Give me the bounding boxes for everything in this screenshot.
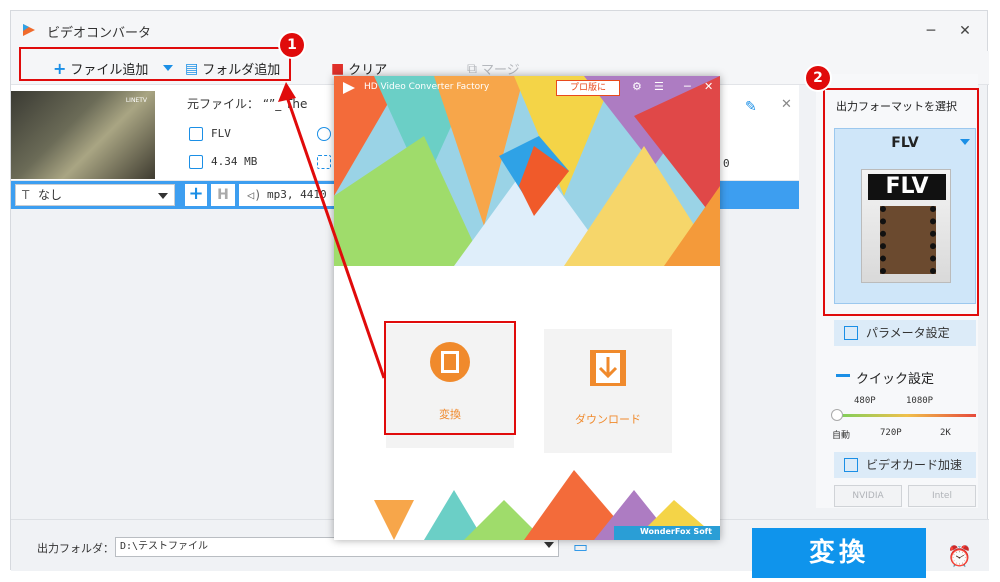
alarm-clock-icon[interactable]: ⏰ — [947, 544, 972, 568]
launcher-close-icon[interactable]: ✕ — [704, 80, 713, 93]
chip-icon — [844, 458, 858, 472]
annotation-box-convert — [384, 321, 516, 435]
intel-button[interactable]: Intel — [908, 485, 976, 507]
source-format: FLV — [211, 127, 231, 140]
subtitle-select[interactable]: T なし — [15, 184, 175, 206]
convert-button[interactable]: 変換 — [752, 528, 926, 578]
parameter-settings-label: パラメータ設定 — [866, 326, 950, 340]
wonderfox-brand: WonderFox Soft — [640, 527, 712, 536]
launcher-logo-icon — [343, 82, 355, 94]
parameter-settings-button[interactable]: パラメータ設定 — [834, 320, 976, 346]
quick-settings-icon — [836, 374, 850, 377]
remove-item-icon[interactable]: ✕ — [781, 97, 792, 112]
upgrade-pro-button[interactable]: プロ版に — [556, 80, 620, 96]
tick-480p: 480P — [854, 396, 876, 406]
output-folder-label: 出力フォルダ： — [37, 542, 114, 555]
nvidia-button[interactable]: NVIDIA — [834, 485, 902, 507]
app-logo-icon — [23, 24, 35, 36]
launcher-title-bar: HD Video Converter Factory プロ版に ⚙ ☰ ─ ✕ — [334, 76, 720, 100]
thumbnail-watermark: LINETV — [125, 97, 147, 104]
clock-icon — [317, 127, 331, 141]
format-icon — [189, 127, 203, 141]
quality-slider[interactable] — [838, 414, 976, 417]
download-arrow-icon — [590, 350, 626, 386]
download-tile[interactable]: ダウンロード — [544, 329, 672, 453]
step-badge-1: 1 — [280, 33, 304, 57]
chevron-down-icon — [158, 193, 168, 199]
audio-track-value: mp3, 4410 — [267, 188, 327, 201]
speaker-icon: ◁) — [247, 188, 262, 202]
gpu-acceleration-button[interactable]: ビデオカード加速 — [834, 452, 976, 478]
window-title: ビデオコンバータ — [47, 26, 152, 41]
close-button[interactable]: ✕ — [955, 21, 975, 41]
download-tile-label: ダウンロード — [575, 413, 641, 426]
video-thumbnail[interactable]: LINETV — [11, 91, 155, 179]
edit-pen-icon[interactable]: ✎ — [745, 99, 757, 115]
subtitle-hardsub-button[interactable]: H — [211, 184, 235, 206]
merge-icon: ⧉ — [467, 60, 477, 77]
source-size: 4.34 MB — [211, 155, 258, 168]
quality-slider-handle[interactable] — [831, 409, 843, 421]
tick-720p: 720P — [880, 428, 902, 438]
launcher-minimize-icon[interactable]: ─ — [684, 80, 691, 93]
quick-settings-title: クイック設定 — [856, 372, 935, 387]
tick-1080p: 1080P — [906, 396, 934, 406]
filesize-icon — [189, 155, 203, 169]
hd-video-converter-launcher: HD Video Converter Factory プロ版に ⚙ ☰ ─ ✕ … — [334, 76, 720, 540]
menu-list-icon[interactable]: ☰ — [654, 80, 664, 93]
output-folder-input[interactable]: D:\テストファイル — [115, 537, 559, 557]
title-bar: ビデオコンバータ ─ ✕ — [11, 11, 987, 51]
trash-icon: ■ — [331, 60, 345, 77]
output-folder-dropdown-icon[interactable] — [544, 542, 554, 548]
annotation-box-2 — [823, 88, 979, 316]
output-duration-fragment: 0 — [723, 157, 730, 170]
text-t-icon: T — [22, 188, 30, 202]
resolution-icon — [317, 155, 331, 169]
gpu-acceleration-label: ビデオカード加速 — [866, 458, 963, 472]
step-badge-2: 2 — [806, 66, 830, 90]
annotation-box-1 — [19, 47, 291, 81]
minimize-button[interactable]: ─ — [921, 21, 941, 41]
audio-track-select[interactable]: ◁) mp3, 4410 — [239, 184, 339, 206]
launcher-banner — [334, 76, 720, 266]
tick-2k: 2K — [940, 428, 951, 438]
tick-auto: 自動 — [832, 431, 851, 441]
add-subtitle-button[interactable]: + — [185, 184, 207, 206]
sliders-icon — [844, 326, 858, 340]
settings-gear-icon[interactable]: ⚙ — [632, 80, 642, 93]
subtitle-value: なし — [38, 188, 63, 202]
source-file-label: 元ファイル： “”_ The — [187, 97, 308, 111]
launcher-title: HD Video Converter Factory — [364, 82, 490, 92]
